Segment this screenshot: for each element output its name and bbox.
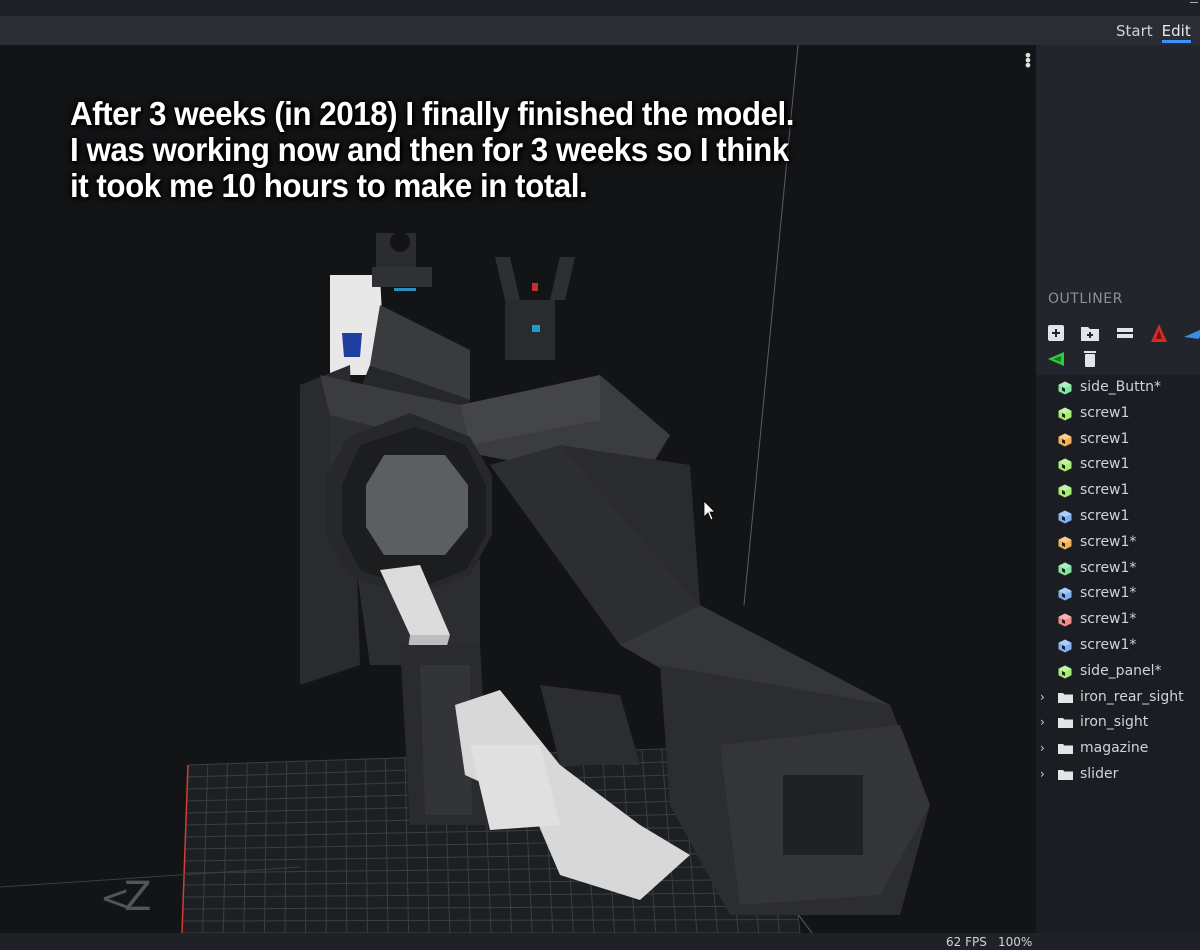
outliner-item[interactable]: screw1 xyxy=(1036,401,1200,426)
outliner-item[interactable]: screw1 xyxy=(1036,427,1200,452)
outliner-item[interactable]: screw1* xyxy=(1036,556,1200,581)
outliner-list: side_Buttn* screw1 screw1 screw1 screw1 screw… xyxy=(1036,375,1200,933)
outliner-item[interactable]: screw1 xyxy=(1036,478,1200,503)
cube-icon xyxy=(1058,587,1072,601)
mouse-cursor xyxy=(703,500,716,521)
outliner-item[interactable]: screw1* xyxy=(1036,633,1200,658)
outliner-item-label: side_Buttn* xyxy=(1080,379,1162,395)
cube-icon xyxy=(1058,665,1072,679)
cube-icon xyxy=(1058,613,1072,627)
window-control[interactable] xyxy=(1190,2,1198,3)
outliner-group[interactable]: › iron_sight xyxy=(1036,710,1200,735)
caption-line-1: After 3 weeks (in 2018) I finally finish… xyxy=(70,95,794,132)
folder-icon xyxy=(1058,744,1073,755)
outliner-item[interactable]: side_Buttn* xyxy=(1036,375,1200,400)
mode-selector: StartEditP xyxy=(1116,22,1200,43)
outliner-item-label: screw1* xyxy=(1080,611,1137,628)
right-panel: OUTLINER side_Buttn* screw1 screw1 screw1 sc… xyxy=(1036,45,1200,933)
outliner-item[interactable]: screw1 xyxy=(1036,452,1200,477)
add-group-icon[interactable] xyxy=(1078,321,1102,345)
outliner-group[interactable]: › magazine xyxy=(1036,736,1200,761)
fps-counter: 62 FPS xyxy=(946,935,987,949)
outliner-item-label: screw1* xyxy=(1080,533,1137,550)
axis-z-letter: Z xyxy=(124,874,151,920)
chevron-right-icon[interactable]: › xyxy=(1040,715,1045,729)
cube-icon xyxy=(1058,562,1072,576)
delete-icon[interactable] xyxy=(1078,347,1102,371)
cube-icon xyxy=(1058,381,1072,395)
cube-icon xyxy=(1058,433,1072,447)
outliner-item[interactable]: screw1 xyxy=(1036,504,1200,529)
outliner-item-label: screw1 xyxy=(1080,508,1130,524)
outliner-item-label: iron_sight xyxy=(1080,714,1149,731)
outliner-item-label: screw1* xyxy=(1080,559,1137,576)
outliner-item-label: screw1 xyxy=(1080,456,1130,473)
outliner-item-label: iron_rear_sight xyxy=(1080,688,1184,705)
outliner-item-label: screw1 xyxy=(1080,430,1130,447)
more-vertical-icon[interactable]: • • • xyxy=(1022,48,1034,74)
cube-icon xyxy=(1058,458,1072,472)
status-bar: 62 FPS 100% xyxy=(0,933,1200,950)
outliner-item[interactable]: screw1* xyxy=(1036,581,1200,606)
outliner-item-label: screw1* xyxy=(1080,637,1137,653)
title-bar xyxy=(0,0,1200,16)
3d-viewport[interactable]: < Z After 3 weeks (in 2018) I finally fi… xyxy=(0,45,1036,933)
caption-overlay: After 3 weeks (in 2018) I finally finish… xyxy=(70,96,925,204)
chevron-right-icon[interactable]: › xyxy=(1040,741,1045,755)
outliner-item-label: screw1* xyxy=(1080,585,1137,602)
caption-line-3: it took me 10 hours to make in total. xyxy=(70,167,588,204)
folder-icon xyxy=(1058,692,1073,703)
cube-icon xyxy=(1058,484,1072,498)
outliner-item[interactable]: side_panel* xyxy=(1036,659,1200,684)
red-marker-icon[interactable] xyxy=(1147,321,1171,345)
caption-line-2: I was working now and then for 3 weeks s… xyxy=(70,131,789,168)
mode-start[interactable]: Start xyxy=(1116,22,1153,40)
panel-empty-area xyxy=(1036,45,1200,283)
outliner-item-label: slider xyxy=(1080,766,1119,782)
outliner-group[interactable]: › slider xyxy=(1036,762,1200,787)
cube-icon xyxy=(1058,639,1072,653)
folder-icon xyxy=(1058,770,1073,780)
cube-icon xyxy=(1058,407,1072,421)
folder-icon xyxy=(1058,718,1073,729)
mode-edit[interactable]: Edit xyxy=(1161,22,1191,43)
green-marker-icon[interactable] xyxy=(1044,347,1068,371)
chevron-right-icon[interactable]: › xyxy=(1040,690,1045,704)
menu-bar: StartEditP xyxy=(0,16,1200,45)
cube-icon xyxy=(1058,510,1072,524)
cube-icon xyxy=(1058,536,1072,550)
collapse-icon[interactable] xyxy=(1113,321,1137,345)
outliner-item[interactable]: screw1* xyxy=(1036,607,1200,632)
chevron-right-icon[interactable]: › xyxy=(1040,767,1045,781)
outliner-item-label: magazine xyxy=(1080,740,1149,757)
add-cube-icon[interactable] xyxy=(1044,321,1068,345)
outliner-title: OUTLINER xyxy=(1048,291,1123,307)
outliner-item[interactable]: screw1* xyxy=(1036,530,1200,555)
outliner-group[interactable]: › iron_rear_sight xyxy=(1036,685,1200,710)
zoom-level: 100% xyxy=(998,935,1033,949)
outliner-item-label: side_panel* xyxy=(1080,662,1162,679)
outliner-item-label: screw1 xyxy=(1080,482,1130,499)
blue-marker-icon[interactable] xyxy=(1181,321,1200,345)
outliner-item-label: screw1 xyxy=(1080,404,1130,421)
